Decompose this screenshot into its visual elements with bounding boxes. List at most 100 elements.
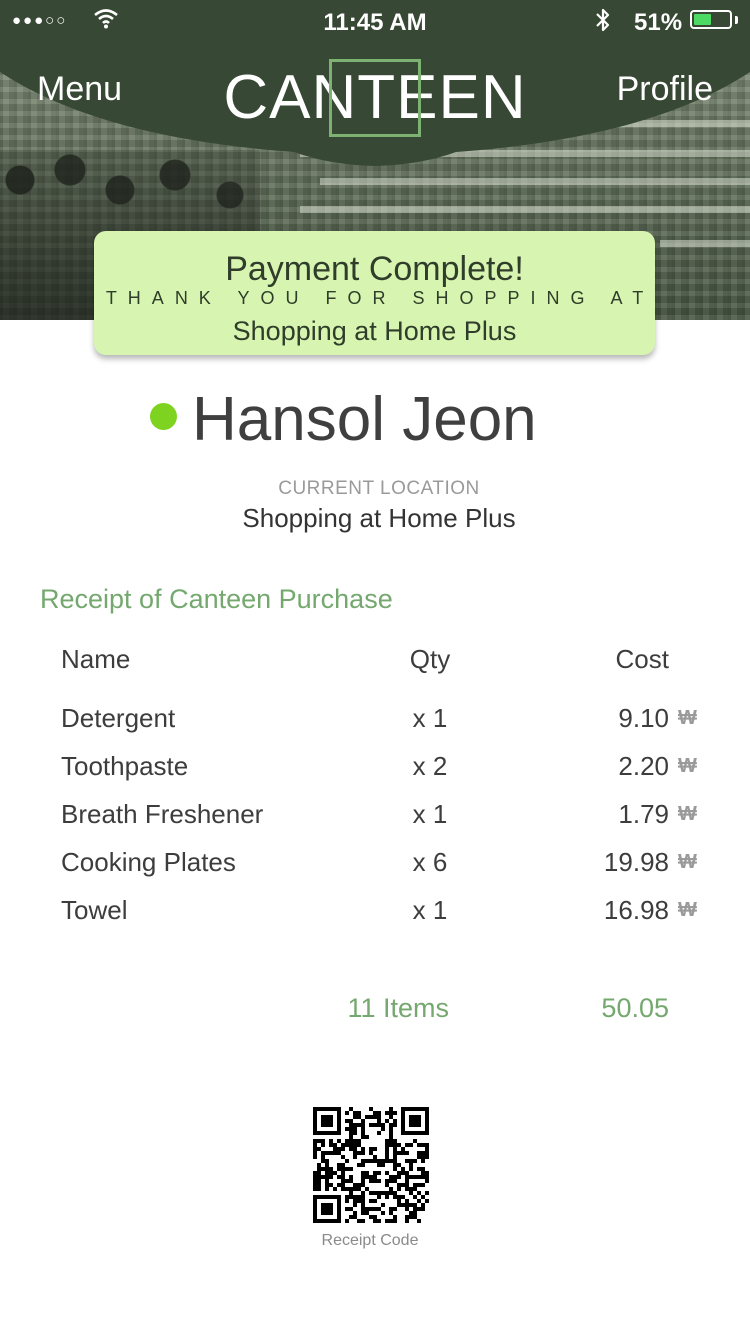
qr-module xyxy=(385,1191,389,1195)
qr-module xyxy=(405,1187,409,1191)
qr-module xyxy=(313,1107,317,1111)
qr-module xyxy=(413,1211,417,1215)
qr-module xyxy=(373,1155,377,1159)
qr-module xyxy=(393,1195,397,1199)
item-name: Cooking Plates xyxy=(61,847,236,877)
qr-module xyxy=(417,1191,421,1195)
qr-module xyxy=(317,1179,321,1183)
qr-module xyxy=(413,1123,417,1127)
qr-module xyxy=(313,1115,317,1119)
column-header-qty: Qty xyxy=(409,644,451,674)
qr-module xyxy=(425,1107,429,1111)
location-value: Shopping at Home Plus xyxy=(242,503,516,533)
qr-module xyxy=(349,1107,353,1111)
receipt-table: Name Qty Cost Detergent x 1 9.10 ₩ Tooth… xyxy=(0,638,750,934)
qr-module xyxy=(337,1131,341,1135)
qr-module xyxy=(405,1151,409,1155)
qr-module xyxy=(345,1187,349,1191)
qr-module xyxy=(341,1147,345,1151)
profile-button[interactable]: Profile xyxy=(617,70,713,109)
qr-module xyxy=(317,1171,321,1175)
qr-module xyxy=(345,1111,349,1115)
qr-module xyxy=(413,1107,417,1111)
qr-module xyxy=(405,1171,409,1175)
qr-module xyxy=(405,1143,409,1147)
table-row: Toothpaste x 2 2.20 ₩ xyxy=(0,742,750,790)
qr-module xyxy=(349,1191,353,1195)
qr-module xyxy=(341,1167,345,1171)
qr-module xyxy=(313,1147,317,1151)
qr-module xyxy=(329,1171,333,1175)
qr-module xyxy=(365,1171,369,1175)
online-status-dot xyxy=(150,403,177,430)
qr-module xyxy=(413,1187,417,1191)
qr-module xyxy=(417,1115,421,1119)
column-header-name: Name xyxy=(61,644,131,674)
qr-module xyxy=(357,1111,361,1115)
qr-module xyxy=(401,1151,405,1155)
qr-module xyxy=(409,1119,413,1123)
qr-module xyxy=(421,1171,425,1175)
qr-module xyxy=(357,1151,361,1155)
qr-module xyxy=(349,1143,353,1147)
qr-module xyxy=(341,1163,345,1167)
qr-module xyxy=(409,1143,413,1147)
qr-module xyxy=(357,1183,361,1187)
qr-module xyxy=(349,1187,353,1191)
qr-module xyxy=(413,1115,417,1119)
qr-module xyxy=(377,1171,381,1175)
battery-level xyxy=(694,14,712,25)
qr-module xyxy=(369,1147,373,1151)
qr-module xyxy=(409,1215,413,1219)
qr-module xyxy=(393,1159,397,1163)
qr-module xyxy=(341,1187,345,1191)
receipt-total-row: 11 Items 50.05 xyxy=(0,990,750,1026)
qr-module xyxy=(409,1115,413,1119)
qr-module xyxy=(401,1131,405,1135)
qr-module xyxy=(373,1159,377,1163)
qr-module xyxy=(389,1219,393,1223)
qr-module xyxy=(409,1123,413,1127)
qr-module xyxy=(369,1123,373,1127)
qr-module xyxy=(337,1203,341,1207)
qr-module xyxy=(321,1207,325,1211)
qr-module xyxy=(393,1139,397,1143)
qr-module xyxy=(333,1143,337,1147)
qr-module xyxy=(321,1155,325,1159)
qr-module xyxy=(425,1115,429,1119)
qr-module xyxy=(353,1127,357,1131)
qr-module xyxy=(321,1219,325,1223)
qr-module xyxy=(361,1183,365,1187)
qr-module xyxy=(365,1207,369,1211)
receipt-qr-code[interactable] xyxy=(313,1107,429,1223)
qr-module xyxy=(385,1151,389,1155)
qr-module xyxy=(417,1155,421,1159)
item-cost: 1.79 xyxy=(618,799,669,829)
qr-module xyxy=(397,1195,401,1199)
qr-module xyxy=(385,1159,389,1163)
qr-module xyxy=(425,1123,429,1127)
qr-module xyxy=(313,1139,317,1143)
qr-module xyxy=(325,1159,329,1163)
qr-module xyxy=(417,1219,421,1223)
qr-module xyxy=(329,1143,333,1147)
qr-module xyxy=(317,1163,321,1167)
qr-module xyxy=(345,1143,349,1147)
qr-module xyxy=(381,1127,385,1131)
qr-module xyxy=(353,1155,357,1159)
qr-module xyxy=(409,1187,413,1191)
qr-module xyxy=(373,1123,377,1127)
qr-module xyxy=(325,1175,329,1179)
qr-module xyxy=(329,1219,333,1223)
qr-module xyxy=(409,1107,413,1111)
qr-module xyxy=(417,1119,421,1123)
qr-module xyxy=(401,1115,405,1119)
qr-module xyxy=(357,1163,361,1167)
location-label: CURRENT LOCATION xyxy=(278,478,480,499)
qr-module xyxy=(313,1123,317,1127)
qr-module xyxy=(329,1207,333,1211)
qr-module xyxy=(385,1147,389,1151)
qr-module xyxy=(405,1175,409,1179)
item-qty: x 1 xyxy=(412,799,448,829)
qr-module xyxy=(337,1139,341,1143)
